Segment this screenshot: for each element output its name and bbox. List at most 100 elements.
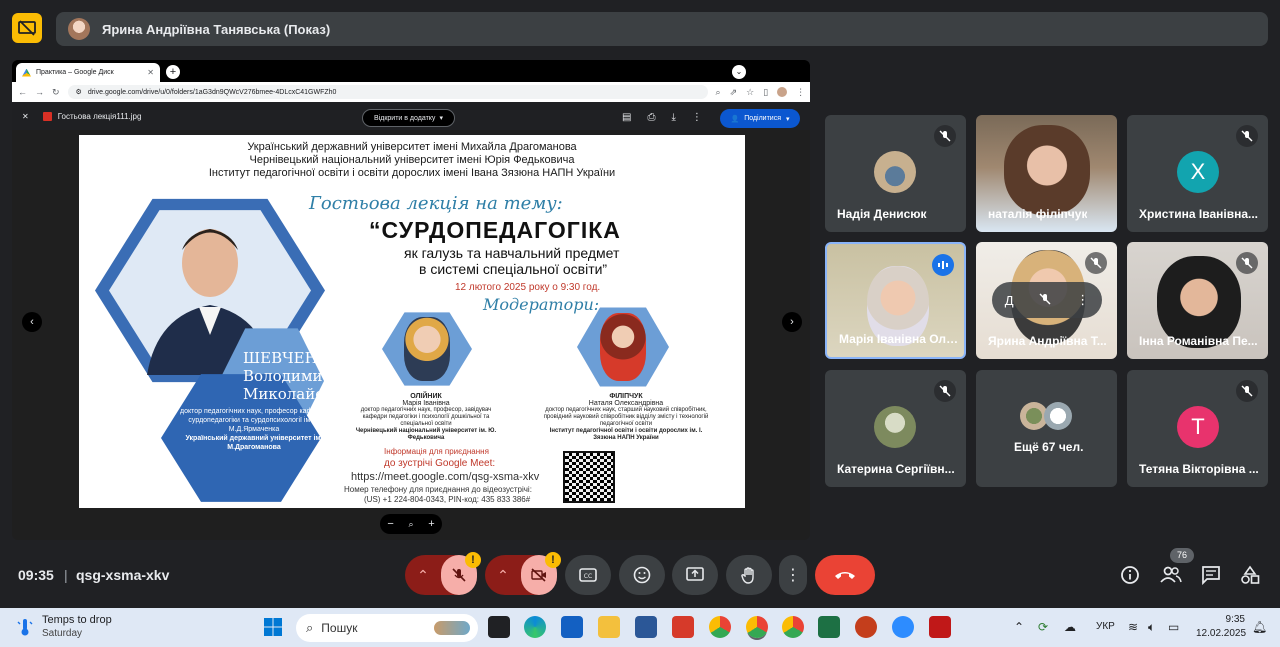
powerpoint-icon[interactable] [855, 616, 877, 638]
back-icon[interactable]: ← [18, 87, 27, 97]
chrome-active-icon[interactable] [746, 616, 768, 638]
url-field[interactable]: ⚙ drive.google.com/drive/u/0/folders/1aG… [67, 85, 708, 99]
excel-icon[interactable] [818, 616, 840, 638]
participant-name: Тетяна Вікторівна ... [1139, 462, 1259, 476]
profile-avatar[interactable] [777, 86, 788, 97]
mic-off-icon [1039, 293, 1051, 308]
prev-arrow-icon[interactable]: ‹ [22, 312, 42, 332]
chat-icon[interactable] [1201, 565, 1221, 590]
file-explorer-icon[interactable] [598, 616, 620, 638]
participant-tile[interactable]: наталія філіпчук [976, 115, 1117, 232]
new-tab-icon[interactable]: + [166, 65, 180, 79]
mic-options-chevron-icon[interactable]: ⌃ [405, 567, 441, 584]
participant-avatar: Т [1177, 406, 1219, 448]
participant-tile[interactable]: Т Тетяна Вікторівна ... [1127, 370, 1268, 487]
keyboard-language[interactable]: УКР [1096, 621, 1115, 632]
notifications-bell-icon[interactable]: 🔔︎ [1252, 620, 1267, 634]
edge-icon[interactable] [524, 616, 546, 638]
mic-off-icon [1236, 252, 1258, 274]
speaker-description: доктор педагогічних наук, професор кафед… [179, 407, 329, 452]
task-view-icon[interactable] [488, 616, 510, 638]
volume-icon[interactable]: 🔈︎ [1148, 620, 1155, 635]
share-page-icon[interactable]: ⇗ [730, 87, 738, 98]
poster-subtitle: Гостьова лекція на тему: [309, 193, 563, 214]
participant-tile[interactable]: Катерина Сергіївн... [825, 370, 966, 487]
taskbar-search[interactable]: ⌕ Пошук [296, 614, 478, 642]
chevron-down-icon[interactable]: ⌄ [732, 65, 746, 79]
stop-presenting-icon[interactable] [12, 13, 42, 43]
share-button[interactable]: 👤 Поділитися ▾ [720, 109, 800, 128]
mic-off-icon [452, 568, 466, 582]
chrome-icon[interactable] [709, 616, 731, 638]
moderator1-photo [404, 317, 450, 381]
next-arrow-icon[interactable]: › [782, 312, 802, 332]
moderator1-org: Чернівецький національний університет ім… [355, 428, 497, 441]
hand-icon [741, 567, 754, 584]
open-with-dropdown[interactable]: Відкрити в додатку ▾ [362, 109, 455, 127]
forward-icon[interactable]: → [35, 87, 44, 97]
poster-topic: “СУРДОПЕДАГОГІКА [369, 217, 621, 243]
mcafee-icon[interactable] [929, 616, 951, 638]
zoom-app-icon[interactable] [892, 616, 914, 638]
close-viewer-icon[interactable]: ✕ [22, 112, 29, 121]
tray-chevron-icon[interactable]: ⌃ [1014, 620, 1024, 634]
zoom-icon[interactable]: ⌕ [716, 87, 721, 98]
download-icon[interactable]: ⤓ [671, 112, 675, 123]
caret-down-icon: ▾ [439, 115, 443, 122]
presenter-bar[interactable]: Ярина Андріївна Танявська (Показ) [56, 12, 1268, 46]
battery-icon[interactable]: ▭ [1168, 620, 1179, 634]
speaker-first-name: Володимир [243, 367, 333, 385]
sidepanel-icon[interactable]: ▯ [763, 87, 768, 98]
participant-avatar [874, 406, 916, 448]
site-info-icon: ⚙ [75, 89, 82, 96]
menu-kebab-icon[interactable]: ⋮ [796, 87, 805, 98]
participant-tile-speaking[interactable]: Марія Іванівна Олі... [825, 242, 966, 359]
close-icon[interactable]: ✕ [147, 68, 154, 77]
zoom-in-icon[interactable]: + [428, 518, 434, 530]
poster-info-label: до зустрічі Google Meet: [384, 458, 496, 469]
wifi-icon[interactable]: ≋ [1128, 620, 1138, 634]
activities-icon[interactable] [1240, 565, 1260, 590]
zoom-bar: − ⌕ + [380, 514, 442, 534]
cloud-icon[interactable]: ☁ [1064, 620, 1076, 634]
participant-tile[interactable]: Інна Романівна Пе... [1127, 242, 1268, 359]
captions-button[interactable]: CC [565, 555, 611, 595]
more-options-button[interactable]: ⋮ [779, 555, 807, 595]
reactions-button[interactable] [619, 555, 665, 595]
bookmark-star-icon[interactable]: ☆ [746, 87, 754, 98]
participant-tile[interactable]: Х Христина Іванівна... [1127, 115, 1268, 232]
participant-avatar: Х [1177, 151, 1219, 193]
chrome-profile-icon[interactable] [782, 616, 804, 638]
present-screen-button[interactable] [672, 555, 718, 595]
print-icon[interactable]: ⎙ [647, 112, 655, 123]
weather-headline[interactable]: Temps to drop [42, 614, 112, 626]
moderator1-desc: доктор педагогічних наук, професор, заві… [360, 407, 492, 427]
leave-call-button[interactable] [815, 555, 875, 595]
more-participants-tile[interactable]: Ещё 67 чел. [976, 370, 1117, 487]
viewer-tools: ▤ ⎙ ⤓ ⋮ [622, 112, 702, 123]
people-icon[interactable] [1160, 565, 1182, 590]
store-icon[interactable] [561, 616, 583, 638]
participant-tile[interactable]: Д ⋮ Ярина Андріївна Т... [976, 242, 1117, 359]
more-options-icon[interactable]: ⋮ [1076, 292, 1089, 308]
pdf-reader-icon[interactable] [672, 616, 694, 638]
word-icon[interactable] [635, 616, 657, 638]
camera-warning-icon: ! [545, 552, 561, 568]
sync-icon[interactable]: ⟳ [1038, 620, 1048, 634]
camera-options-chevron-icon[interactable]: ⌃ [485, 567, 521, 584]
thermometer-icon[interactable] [16, 618, 34, 636]
participant-name: Інна Романівна Пе... [1139, 334, 1258, 348]
person-add-icon: 👤 [730, 115, 740, 123]
meeting-info-icon[interactable] [1120, 565, 1140, 590]
browser-tab[interactable]: Практика – Google Диск ✕ [16, 63, 160, 82]
taskbar-date[interactable]: 12.02.2025 [1196, 628, 1246, 639]
search-placeholder: Пошук [321, 621, 358, 635]
zoom-out-icon[interactable]: − [387, 518, 393, 530]
participant-tile[interactable]: Надія Денисюк [825, 115, 966, 232]
taskbar-time[interactable]: 9:35 [1223, 614, 1245, 625]
comment-icon[interactable]: ▤ [622, 112, 631, 123]
raise-hand-button[interactable] [726, 555, 772, 595]
windows-start-icon[interactable] [263, 617, 283, 642]
more-icon[interactable]: ⋮ [692, 112, 702, 123]
reload-icon[interactable]: ↻ [52, 87, 60, 98]
